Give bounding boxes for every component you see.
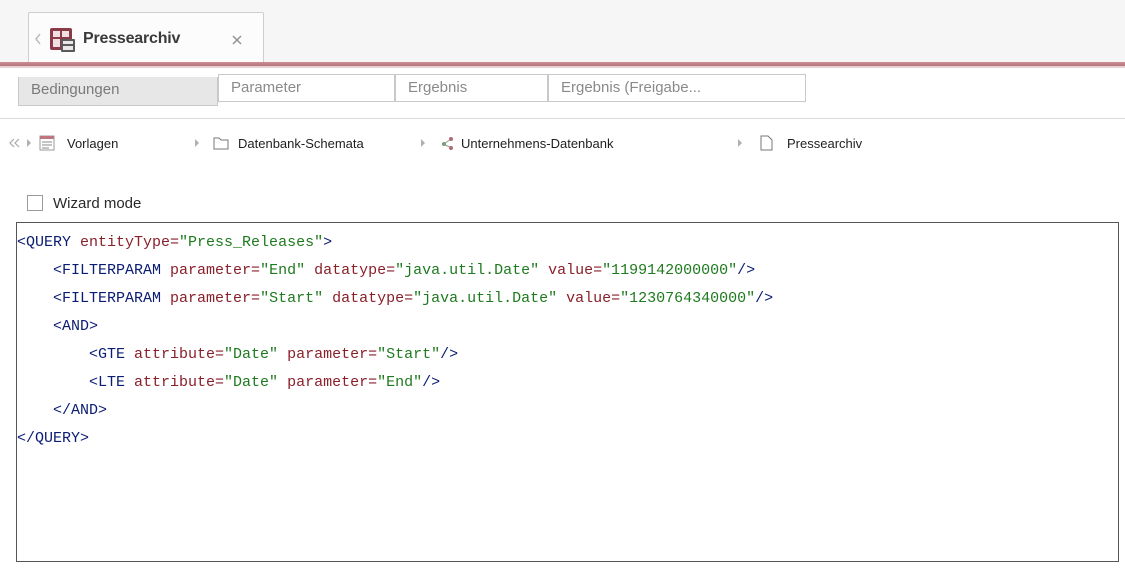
folder-icon: [213, 137, 229, 150]
tab-parameter[interactable]: Parameter: [218, 74, 395, 102]
tab-bedingungen[interactable]: Bedingungen: [18, 77, 218, 106]
code-token: "Start": [260, 290, 333, 307]
code-token: "Date": [224, 374, 288, 391]
document-tab-title: Pressearchiv: [83, 30, 181, 47]
code-token: >: [323, 234, 333, 251]
code-line: </QUERY>: [17, 425, 773, 453]
database-connection-icon: [442, 137, 453, 150]
breadcrumb-label: Vorlagen: [67, 135, 119, 151]
code-token: "java.util.Date": [395, 262, 549, 279]
double-chevron-left-icon[interactable]: [9, 130, 21, 156]
code-token: </AND>: [53, 402, 108, 419]
code-line: <FILTERPARAM parameter="Start" datatype=…: [17, 285, 773, 313]
wizard-mode-toggle: Wizard mode: [27, 193, 141, 213]
code-token: "Date": [224, 346, 288, 363]
code-token: />: [422, 374, 441, 391]
code-token: "End": [260, 262, 315, 279]
document-tab-strip: Pressearchiv: [0, 0, 1125, 63]
code-token: datatype=: [314, 262, 396, 279]
sub-tab-bar: Bedingungen Parameter Ergebnis Ergebnis …: [0, 68, 1125, 106]
code-line: <LTE attribute="Date" parameter="End"/>: [17, 369, 773, 397]
template-list-icon: [39, 135, 55, 151]
code-token: <AND>: [53, 318, 99, 335]
breadcrumb-separator-icon: [737, 130, 743, 156]
code-token: parameter=: [287, 374, 378, 391]
breadcrumb-item-unternehmens-datenbank[interactable]: Unternehmens-Datenbank: [440, 130, 613, 156]
code-token: entityType=: [80, 234, 180, 251]
code-line: <AND>: [17, 313, 773, 341]
code-token: parameter=: [170, 262, 261, 279]
code-token: <LTE: [89, 374, 135, 391]
code-token: datatype=: [332, 290, 414, 307]
wizard-mode-label[interactable]: Wizard mode: [53, 195, 141, 212]
code-token: <GTE: [89, 346, 135, 363]
breadcrumb-separator-icon: [26, 130, 32, 156]
document-tab-pressearchiv[interactable]: Pressearchiv: [28, 12, 264, 63]
tab-ergebnis[interactable]: Ergebnis: [395, 74, 548, 102]
code-token: <FILTERPARAM: [53, 290, 171, 307]
code-line: </AND>: [17, 397, 773, 425]
code-token: "Press_Releases": [179, 234, 324, 251]
code-token: />: [440, 346, 459, 363]
code-token: attribute=: [134, 346, 225, 363]
breadcrumb: Vorlagen Datenbank-Schemata Unternehmens…: [0, 130, 1125, 156]
tab-grip-icon: [35, 33, 41, 45]
code-line: <QUERY entityType="Press_Releases">: [17, 229, 773, 257]
breadcrumb-separator-icon: [420, 130, 426, 156]
header-divider: [0, 118, 1125, 119]
breadcrumb-item-vorlagen[interactable]: Vorlagen: [39, 130, 118, 156]
code-line: <GTE attribute="Date" parameter="Start"/…: [17, 341, 773, 369]
breadcrumb-label: Unternehmens-Datenbank: [461, 135, 614, 151]
code-token: "1230764340000": [620, 290, 756, 307]
code-token: attribute=: [134, 374, 225, 391]
breadcrumb-separator-icon: [194, 130, 200, 156]
code-token: parameter=: [170, 290, 261, 307]
close-icon[interactable]: [230, 33, 244, 47]
code-token: parameter=: [287, 346, 378, 363]
code-token: "1199142000000": [602, 262, 738, 279]
breadcrumb-item-pressearchiv[interactable]: Pressearchiv: [760, 130, 862, 156]
code-token: </QUERY>: [17, 430, 90, 447]
breadcrumb-label: Datenbank-Schemata: [238, 135, 364, 151]
tab-ergebnis-freigabe[interactable]: Ergebnis (Freigabe...: [548, 74, 806, 102]
code-line: <FILTERPARAM parameter="End" datatype="j…: [17, 257, 773, 285]
query-code: <QUERY entityType="Press_Releases"> <FIL…: [17, 229, 773, 453]
code-token: <QUERY: [17, 234, 81, 251]
code-token: "End": [377, 374, 423, 391]
code-token: <FILTERPARAM: [53, 262, 171, 279]
code-token: value=: [548, 262, 603, 279]
database-schema-icon: [50, 28, 75, 52]
code-token: />: [737, 262, 756, 279]
code-token: "java.util.Date": [413, 290, 567, 307]
breadcrumb-label: Pressearchiv: [787, 135, 863, 151]
query-editor[interactable]: <QUERY entityType="Press_Releases"> <FIL…: [16, 222, 1119, 562]
wizard-mode-checkbox[interactable]: [27, 195, 43, 211]
breadcrumb-item-datenbank-schemata[interactable]: Datenbank-Schemata: [213, 130, 364, 156]
code-token: "Start": [377, 346, 441, 363]
code-token: />: [755, 290, 774, 307]
document-icon: [760, 135, 773, 151]
code-token: value=: [566, 290, 621, 307]
